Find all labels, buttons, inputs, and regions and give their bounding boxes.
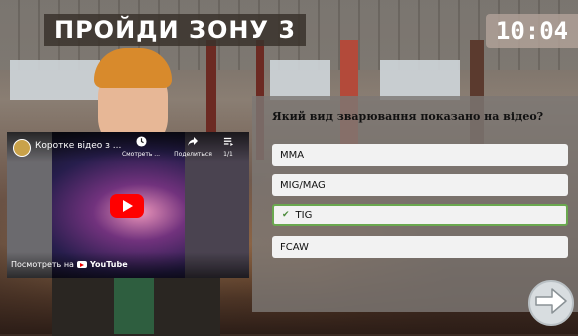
playlist-button[interactable]: 1/1 [212, 136, 244, 158]
watch-later-button[interactable]: Смотреть ... [117, 136, 165, 158]
playlist-count: 1/1 [223, 151, 233, 158]
clock-icon [117, 136, 165, 151]
answer-label: MMA [280, 149, 305, 161]
quiz-panel: Який вид зварювання показано на відео? M… [252, 96, 578, 312]
next-button[interactable] [528, 280, 574, 326]
zone-title: ПРОЙДИ ЗОНУ 3 [44, 14, 307, 46]
window [380, 60, 460, 100]
answer-option-mig-mag[interactable]: MIG/MAG [272, 174, 568, 196]
youtube-video-player[interactable]: Коротке відео з ... Смотреть ... Поделит… [7, 132, 249, 278]
answer-option-fcaw[interactable]: FCAW [272, 236, 568, 258]
play-button[interactable] [110, 194, 144, 218]
watch-later-label: Смотреть ... [121, 151, 161, 158]
watch-on-youtube-link[interactable]: Посмотреть на YouTube [11, 260, 128, 269]
channel-avatar[interactable] [13, 139, 31, 157]
share-button[interactable]: Поделиться [169, 136, 217, 158]
answer-label: MIG/MAG [280, 179, 326, 191]
watch-on-label: Посмотреть на [11, 260, 74, 269]
quiz-question: Який вид зварювання показано на відео? [272, 110, 544, 123]
arrow-right-icon [534, 286, 568, 320]
youtube-wordmark: YouTube [89, 260, 128, 269]
playlist-icon [212, 136, 244, 151]
check-icon: ✔ [282, 210, 290, 220]
share-icon [169, 136, 217, 151]
answer-label: TIG [295, 209, 313, 221]
answer-label: FCAW [280, 241, 309, 253]
answer-option-tig-selected[interactable]: ✔ TIG [272, 204, 568, 226]
video-title[interactable]: Коротке відео з ... [35, 141, 121, 151]
share-label: Поделиться [174, 151, 212, 158]
youtube-logo-icon [76, 261, 87, 268]
presenter-hair [94, 48, 172, 88]
answer-option-mma[interactable]: MMA [272, 144, 568, 166]
window [270, 60, 330, 100]
countdown-timer: 10:04 [486, 14, 578, 48]
